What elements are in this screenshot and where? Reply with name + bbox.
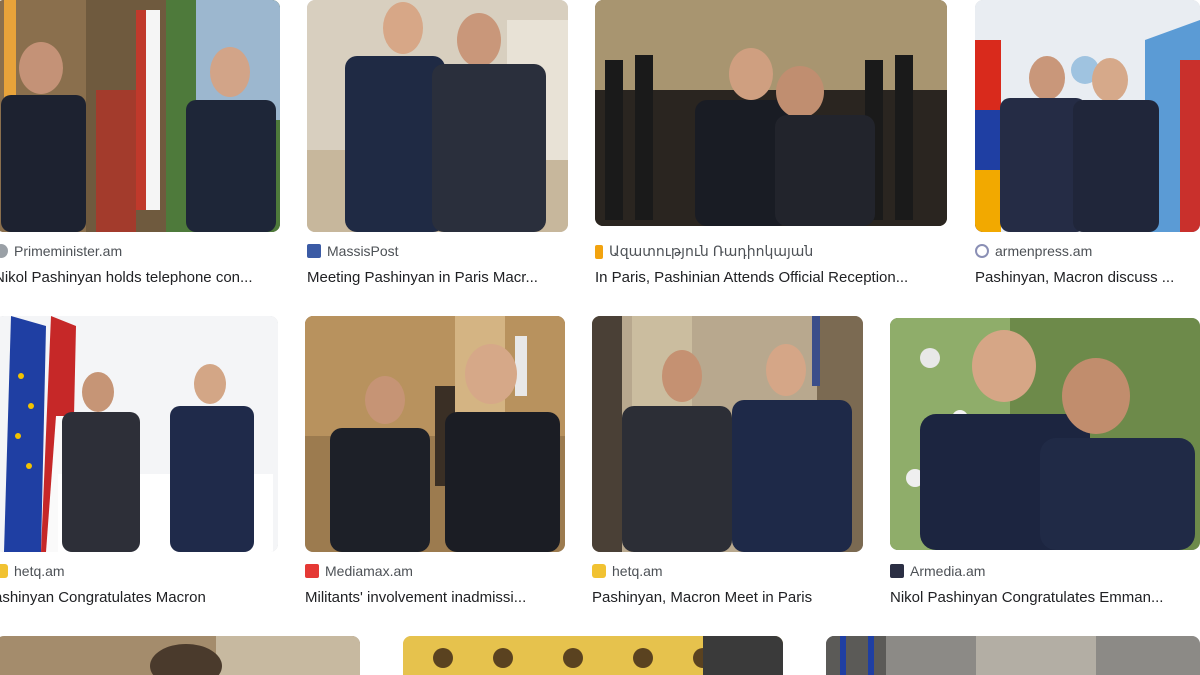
image-results-grid: Primeminister.am Nikol Pashinyan holds t… (0, 0, 1200, 675)
result-title[interactable]: Meeting Pashinyan in Paris Macr... (307, 269, 569, 286)
result-source[interactable]: hetq.am (0, 563, 65, 579)
result-source[interactable]: Ազատություն Ռադիոկայան (595, 243, 813, 260)
result-source[interactable]: Armedia.am (890, 563, 985, 579)
result-thumbnail[interactable] (0, 316, 278, 552)
source-label: Ազատություն Ռադիոկայան (609, 243, 814, 259)
result-title[interactable]: Militants' involvement inadmissi... (305, 589, 567, 606)
result-title[interactable]: Pashinyan, Macron discuss ... (975, 269, 1200, 286)
result-title[interactable]: Nikol Pashinyan holds telephone con... (0, 269, 269, 286)
source-label: MassisPost (327, 243, 399, 259)
source-label: Mediamax.am (325, 563, 413, 579)
armedia-favicon-icon (890, 564, 904, 578)
hetq-favicon-icon (0, 564, 8, 578)
mediamax-favicon-icon (305, 564, 319, 578)
result-title[interactable]: Pashinyan, Macron Meet in Paris (592, 589, 862, 606)
result-thumbnail[interactable] (0, 636, 360, 675)
result-thumbnail[interactable] (595, 0, 947, 226)
result-thumbnail[interactable] (0, 0, 280, 232)
massispost-favicon-icon (307, 244, 321, 258)
result-thumbnail[interactable] (890, 318, 1200, 550)
result-thumbnail[interactable] (403, 636, 783, 675)
result-title[interactable]: In Paris, Pashinian Attends Official Rec… (595, 269, 943, 286)
armenpress-favicon-icon (975, 244, 989, 258)
primeminister-favicon-icon (0, 244, 8, 258)
result-source[interactable]: Primeminister.am (0, 243, 122, 259)
result-source[interactable]: MassisPost (307, 243, 399, 259)
result-thumbnail[interactable] (826, 636, 1200, 675)
source-label: armenpress.am (995, 243, 1093, 259)
result-source[interactable]: armenpress.am (975, 243, 1092, 259)
result-title[interactable]: ashinyan Congratulates Macron (0, 589, 269, 606)
result-title[interactable]: Nikol Pashinyan Congratulates Emman... (890, 589, 1196, 606)
result-source[interactable]: Mediamax.am (305, 563, 413, 579)
result-thumbnail[interactable] (307, 0, 568, 232)
source-label: hetq.am (612, 563, 663, 579)
result-thumbnail[interactable] (592, 316, 863, 552)
azatutyun-favicon-icon (595, 244, 603, 259)
result-source[interactable]: hetq.am (592, 563, 663, 579)
hetq-favicon-icon (592, 564, 606, 578)
source-label: hetq.am (14, 563, 65, 579)
result-thumbnail[interactable] (975, 0, 1200, 232)
result-thumbnail[interactable] (305, 316, 565, 552)
source-label: Primeminister.am (14, 243, 123, 259)
source-label: Armedia.am (910, 563, 986, 579)
